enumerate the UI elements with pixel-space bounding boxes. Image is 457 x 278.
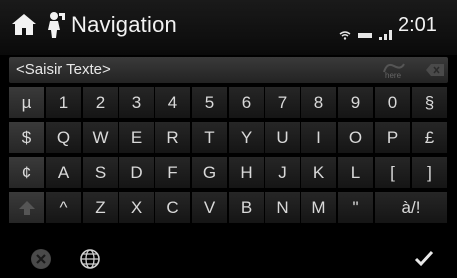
key-t[interactable]: T bbox=[192, 122, 227, 153]
navigation-person-icon bbox=[48, 12, 65, 38]
shift-arrow-icon bbox=[18, 200, 35, 215]
key-y[interactable]: Y bbox=[229, 122, 264, 153]
key-l[interactable]: L bbox=[338, 157, 373, 188]
key-k[interactable]: K bbox=[301, 157, 336, 188]
key-e[interactable]: E bbox=[119, 122, 154, 153]
keyboard: µ 1 2 3 4 5 6 7 8 9 0 § $ Q W E R T Y U … bbox=[9, 87, 448, 240]
signal-strength-icon bbox=[379, 30, 392, 40]
key-cent[interactable]: ¢ bbox=[9, 157, 44, 188]
home-icon[interactable] bbox=[10, 10, 38, 38]
battery-icon bbox=[358, 33, 372, 38]
key-5[interactable]: 5 bbox=[192, 87, 227, 118]
key-m[interactable]: M bbox=[301, 192, 336, 223]
key-f[interactable]: F bbox=[155, 157, 190, 188]
key-9[interactable]: 9 bbox=[338, 87, 373, 118]
backspace-icon[interactable] bbox=[426, 64, 444, 76]
keyboard-screen: Navigation 2:01 <Saisir Texte> here µ 1 bbox=[0, 0, 457, 278]
key-n[interactable]: N bbox=[265, 192, 300, 223]
input-placeholder: <Saisir Texte> bbox=[16, 61, 111, 78]
key-2[interactable]: 2 bbox=[83, 87, 118, 118]
key-0[interactable]: 0 bbox=[375, 87, 410, 118]
text-input-field[interactable]: <Saisir Texte> here bbox=[9, 57, 448, 83]
keyboard-row-3: ¢ A S D F G H J K L [ ] bbox=[9, 157, 448, 190]
here-logo-icon: here bbox=[383, 63, 405, 80]
key-o[interactable]: O bbox=[338, 122, 373, 153]
key-double-quote[interactable]: " bbox=[338, 192, 373, 223]
key-p[interactable]: P bbox=[375, 122, 410, 153]
cancel-icon[interactable] bbox=[31, 249, 51, 269]
keyboard-row-2: $ Q W E R T Y U I O P £ bbox=[9, 122, 448, 155]
key-x[interactable]: X bbox=[119, 192, 154, 223]
key-3[interactable]: 3 bbox=[119, 87, 154, 118]
key-8[interactable]: 8 bbox=[301, 87, 336, 118]
key-1[interactable]: 1 bbox=[46, 87, 81, 118]
page-title: Navigation bbox=[71, 12, 177, 37]
key-h[interactable]: H bbox=[229, 157, 264, 188]
key-a[interactable]: A bbox=[46, 157, 81, 188]
key-i[interactable]: I bbox=[301, 122, 336, 153]
key-j[interactable]: J bbox=[265, 157, 300, 188]
key-b[interactable]: B bbox=[229, 192, 264, 223]
key-v[interactable]: V bbox=[192, 192, 227, 223]
header-bar: Navigation 2:01 bbox=[0, 0, 457, 55]
shift-key[interactable] bbox=[9, 192, 44, 223]
key-caret[interactable]: ^ bbox=[46, 192, 81, 223]
key-mu[interactable]: µ bbox=[9, 87, 44, 118]
key-q[interactable]: Q bbox=[46, 122, 81, 153]
keyboard-row-1: µ 1 2 3 4 5 6 7 8 9 0 § bbox=[9, 87, 448, 120]
key-d[interactable]: D bbox=[119, 157, 154, 188]
wifi-icon bbox=[339, 31, 351, 40]
key-section[interactable]: § bbox=[412, 87, 447, 118]
key-right-bracket[interactable]: ] bbox=[412, 157, 447, 188]
here-logo-text: here bbox=[385, 71, 402, 80]
key-pound[interactable]: £ bbox=[412, 122, 447, 153]
checkmark-icon[interactable] bbox=[414, 249, 434, 267]
key-4[interactable]: 4 bbox=[155, 87, 190, 118]
key-s[interactable]: S bbox=[83, 157, 118, 188]
key-u[interactable]: U bbox=[265, 122, 300, 153]
key-r[interactable]: R bbox=[155, 122, 190, 153]
key-z[interactable]: Z bbox=[83, 192, 118, 223]
keyboard-row-4: ^ Z X C V B N M " à/! bbox=[9, 192, 448, 225]
key-c[interactable]: C bbox=[155, 192, 190, 223]
key-left-bracket[interactable]: [ bbox=[375, 157, 410, 188]
key-dollar[interactable]: $ bbox=[9, 122, 44, 153]
key-g[interactable]: G bbox=[192, 157, 227, 188]
key-6[interactable]: 6 bbox=[229, 87, 264, 118]
footer-bar bbox=[0, 241, 457, 278]
globe-icon[interactable] bbox=[79, 248, 101, 270]
clock: 2:01 bbox=[398, 14, 437, 36]
key-w[interactable]: W bbox=[83, 122, 118, 153]
key-7[interactable]: 7 bbox=[265, 87, 300, 118]
key-accents-symbols[interactable]: à/! bbox=[375, 192, 447, 223]
